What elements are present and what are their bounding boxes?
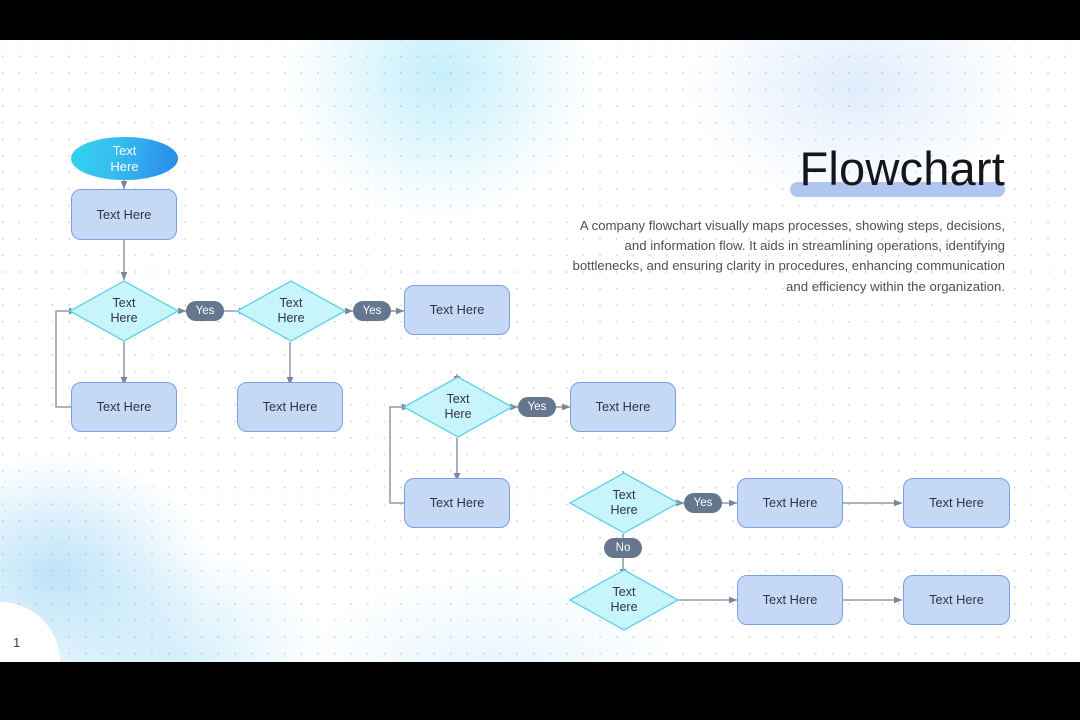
- flow-node-p8[interactable]: Text Here: [903, 478, 1010, 528]
- edge-label-d4-yes: Yes: [684, 493, 722, 513]
- flow-node-p10-label: Text Here: [929, 592, 984, 607]
- flow-node-d3[interactable]: Text Here: [403, 376, 513, 438]
- edge-label-d4-no-text: No: [615, 542, 631, 554]
- flow-node-d1-label: Text Here: [110, 296, 138, 325]
- edge-label-d1-yes: Yes: [186, 301, 224, 321]
- page-number: 1: [13, 635, 21, 650]
- flow-node-start[interactable]: Text Here: [71, 137, 178, 180]
- edge-label-d1-yes-text: Yes: [195, 305, 215, 317]
- flow-node-p10[interactable]: Text Here: [903, 575, 1010, 625]
- title-wrapper: Flowchart: [560, 140, 1005, 204]
- connector-layer: [55, 140, 903, 608]
- edge-label-d2-yes: Yes: [353, 301, 391, 321]
- flow-node-d4[interactable]: Text Here: [569, 472, 679, 534]
- flow-node-p5[interactable]: Text Here: [570, 382, 676, 432]
- edge-label-d3-yes-text: Yes: [527, 401, 547, 413]
- description-text: A company flowchart visually maps proces…: [572, 218, 1005, 294]
- flow-node-p3-label: Text Here: [96, 399, 152, 414]
- flow-node-p6-label: Text Here: [429, 495, 485, 510]
- flow-node-d1[interactable]: Text Here: [69, 280, 179, 342]
- flow-node-p3[interactable]: Text Here: [71, 382, 177, 432]
- dot-grid-pattern: [0, 40, 1080, 662]
- flow-node-p5-label: Text Here: [595, 399, 651, 414]
- headline-block: Flowchart A company flowchart visually m…: [560, 140, 1005, 297]
- flow-node-d3-label: Text Here: [444, 392, 472, 421]
- flow-node-p2-label: Text Here: [429, 302, 485, 317]
- flow-node-p1[interactable]: Text Here: [71, 189, 177, 240]
- flow-node-p9[interactable]: Text Here: [737, 575, 843, 625]
- page-title: Flowchart: [799, 142, 1005, 195]
- screenshot-viewport: Flowchart A company flowchart visually m…: [0, 0, 1080, 720]
- flow-node-d2[interactable]: Text Here: [236, 280, 346, 342]
- flow-node-p4[interactable]: Text Here: [237, 382, 343, 432]
- flow-node-p8-label: Text Here: [929, 495, 984, 510]
- flow-node-d5[interactable]: Text Here: [569, 569, 679, 631]
- flow-node-d2-label: Text Here: [277, 296, 305, 325]
- flow-node-p7[interactable]: Text Here: [737, 478, 843, 528]
- edge-label-d3-yes: Yes: [518, 397, 556, 417]
- flow-node-p4-label: Text Here: [262, 399, 318, 414]
- flow-node-p9-label: Text Here: [762, 592, 818, 607]
- background-blob-bottom-left: [0, 510, 380, 662]
- page-number-corner: [0, 602, 60, 662]
- flow-node-d5-label: Text Here: [610, 585, 638, 614]
- edge-label-d2-yes-text: Yes: [362, 305, 382, 317]
- edge-label-d4-yes-text: Yes: [693, 497, 713, 509]
- flow-node-d4-label: Text Here: [610, 488, 638, 517]
- flow-node-p6[interactable]: Text Here: [404, 478, 510, 528]
- flow-node-p7-label: Text Here: [762, 495, 818, 510]
- flow-node-start-label: Text Here: [110, 143, 139, 174]
- slide-canvas: Flowchart A company flowchart visually m…: [0, 40, 1080, 662]
- flow-node-p1-label: Text Here: [96, 206, 152, 222]
- edge-label-d4-no: No: [604, 538, 642, 558]
- flow-node-p2[interactable]: Text Here: [404, 285, 510, 335]
